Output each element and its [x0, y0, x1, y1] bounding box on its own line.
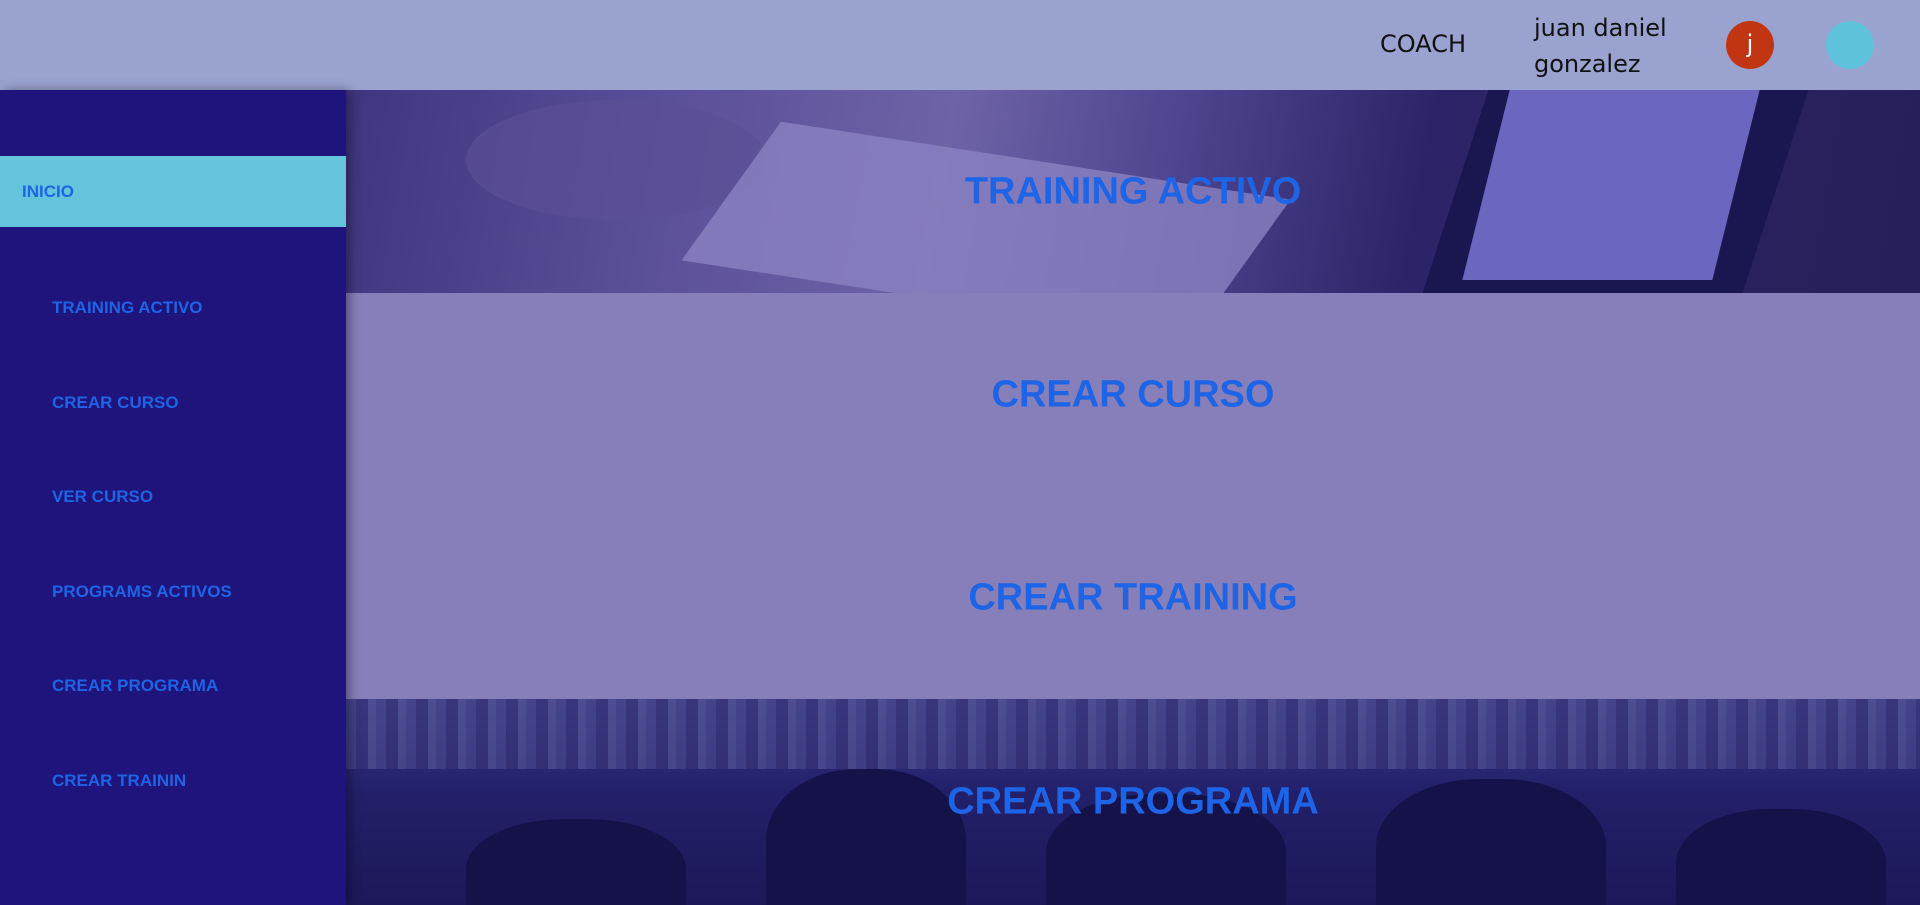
sidebar-item-crear-programa[interactable]: CREAR PROGRAMA	[52, 676, 218, 696]
sidebar: INICIO TRAINING ACTIVO CREAR CURSO VER C…	[0, 90, 346, 905]
banner-crear-programa[interactable]: CREAR PROGRAMA	[346, 699, 1920, 905]
user-name: juan daniel gonzalez	[1534, 14, 1667, 78]
avatar[interactable]: j	[1726, 21, 1774, 69]
crowd-image	[346, 699, 1920, 769]
sidebar-item-inicio[interactable]: INICIO	[0, 156, 346, 227]
sidebar-item-programs-activos[interactable]: PROGRAMS ACTIVOS	[52, 582, 232, 602]
banner-crear-training[interactable]: CREAR TRAINING	[346, 496, 1920, 699]
top-bar: COACH juan daniel gonzalez j	[0, 0, 1920, 90]
menu-circle-button[interactable]	[1826, 21, 1874, 69]
banner-crear-curso[interactable]: CREAR CURSO	[346, 293, 1920, 496]
sidebar-item-ver-curso[interactable]: VER CURSO	[52, 487, 153, 507]
banner-title: CREAR PROGRAMA	[947, 780, 1319, 823]
sidebar-item-crear-curso[interactable]: CREAR CURSO	[52, 393, 179, 413]
banner-training-activo[interactable]: TRAINING ACTIVO	[346, 90, 1920, 293]
sidebar-item-crear-trainin[interactable]: CREAR TRAININ	[52, 771, 186, 791]
main-content: TRAINING ACTIVO CREAR CURSO CREAR TRAINI…	[346, 90, 1920, 905]
banner-title: CREAR CURSO	[991, 373, 1275, 415]
graduation-cap-image	[466, 819, 686, 905]
banner-title: CREAR TRAINING	[968, 576, 1298, 618]
banner-title: TRAINING ACTIVO	[964, 170, 1302, 212]
user-role: COACH	[1380, 30, 1467, 58]
sidebar-item-training-activo[interactable]: TRAINING ACTIVO	[52, 298, 202, 318]
